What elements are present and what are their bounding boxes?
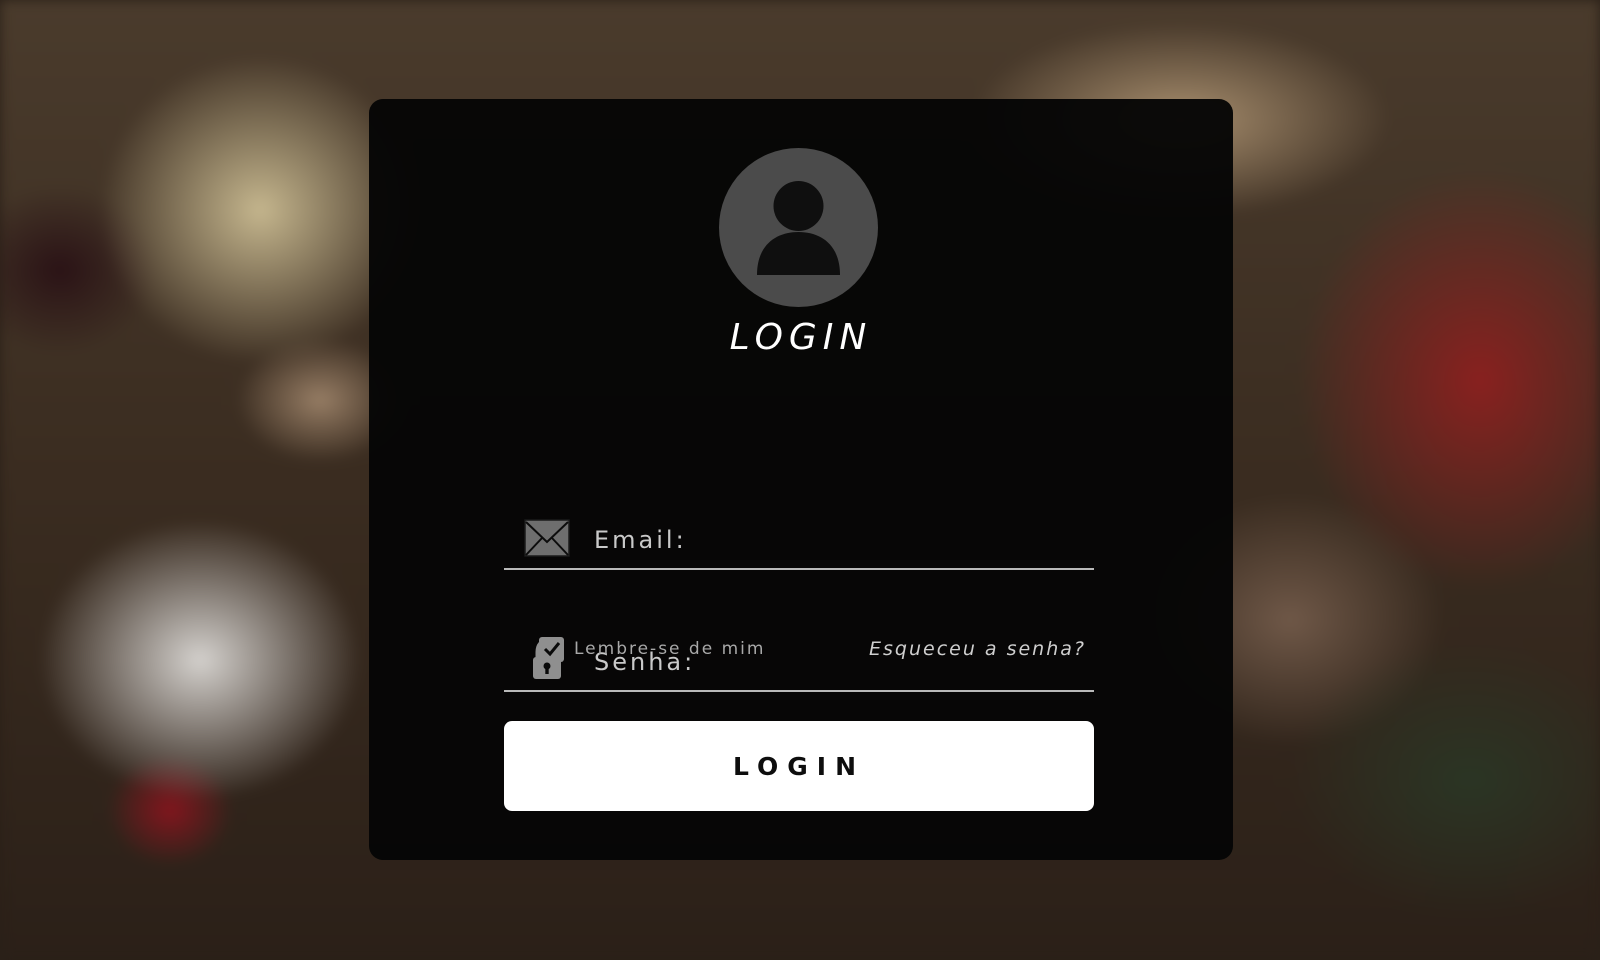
login-options: Lembre-se de mim Esqueceu a senha? [539,634,1094,664]
checkmark-icon [543,642,560,657]
remember-me-checkbox[interactable] [539,636,564,662]
remember-me-label: Lembre-se de mim [574,639,766,659]
login-card: LOGIN Email: Lembre-se de mim Esqueceu a… [369,99,1233,860]
forgot-password-link[interactable]: Esqueceu a senha? [869,634,1086,664]
login-button[interactable]: LOGIN [504,721,1094,811]
remember-me-toggle[interactable]: Lembre-se de mim [539,634,765,664]
page-title: LOGIN [729,317,873,358]
email-field [504,512,1094,570]
email-input[interactable] [594,512,1084,568]
user-avatar-icon [719,148,878,307]
envelope-icon [524,518,570,558]
